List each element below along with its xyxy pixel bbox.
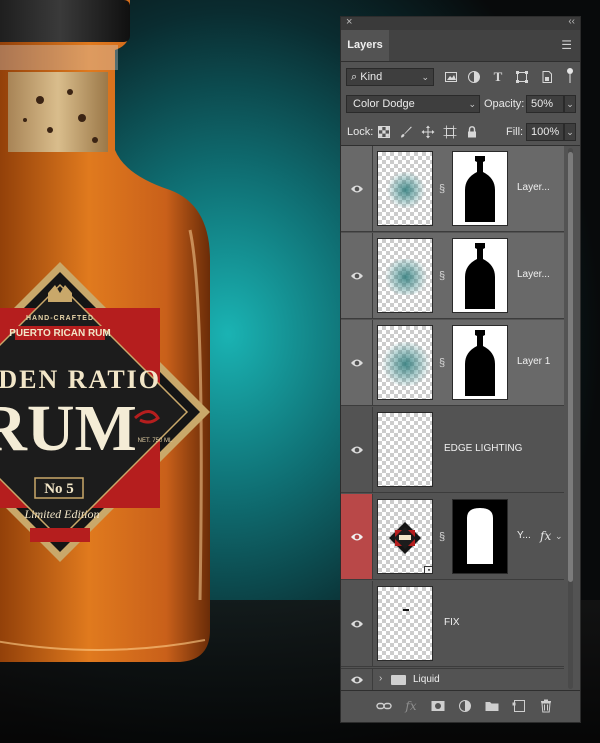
chevron-down-icon: ⌄ [468,99,476,109]
blend-mode-select[interactable]: Color Dodge ⌄ [346,95,480,113]
label-word: RUM [0,392,137,465]
layer-name[interactable]: Layer... [517,269,550,280]
layers-panel: × ‹‹ Layers ☰ ⌕ Kind ⌄ T Color Dodge ⌄ O… [340,16,581,723]
filter-toggle[interactable] [567,68,573,84]
fill-dropdown-button[interactable]: ⌄ [564,123,576,141]
lock-transparent-icon[interactable] [377,125,391,139]
shape-filter-icon[interactable] [515,70,529,84]
link-icon[interactable]: § [438,181,446,197]
layer-row[interactable]: EDGE LIGHTING [341,407,564,493]
panel-menu-icon[interactable]: ☰ [561,39,572,51]
label-volume: NET. 750 ML [138,438,173,444]
layer-row[interactable]: § Layer 1 [341,320,564,406]
link-icon[interactable]: § [438,529,446,545]
link-icon[interactable]: § [438,268,446,284]
chevron-right-icon[interactable]: › [379,673,382,684]
fx-icon[interactable]: fx [403,699,419,713]
add-mask-icon[interactable] [430,699,446,713]
layers-bottom-toolbar: fx [341,690,580,722]
layer-name[interactable]: Layer 1 [517,356,550,367]
smart-object-badge-icon: ▪ [424,566,432,573]
lock-position-icon[interactable] [421,125,435,139]
fill-field[interactable]: 100% [526,123,564,141]
new-layer-icon[interactable] [511,699,527,713]
filter-kind-value: Kind [360,71,383,83]
layer-thumbnail[interactable] [377,412,433,487]
adjustment-layer-icon[interactable] [457,699,473,713]
chevron-down-icon: ⌄ [421,72,429,82]
label-brand: LDEN RATIO [0,365,161,394]
layer-row[interactable]: § Layer... [341,146,564,232]
lock-row: Lock: Fill: 100% ⌄ [341,119,580,146]
chevron-down-icon[interactable]: ⌄ [555,531,563,542]
scrollbar-thumb[interactable] [568,152,573,582]
opacity-dropdown-button[interactable]: ⌄ [564,95,576,113]
link-icon[interactable]: § [438,355,446,371]
layer-mask-thumbnail[interactable] [452,499,508,574]
type-filter-icon[interactable]: T [491,70,505,84]
group-name[interactable]: Liquid [413,674,440,685]
layers-scrollbar[interactable] [566,148,575,689]
layer-name[interactable]: Layer... [517,182,550,193]
layer-mask-thumbnail[interactable] [452,238,508,313]
collapse-icon[interactable]: ‹‹ [568,16,575,27]
label-edition: Limited Edition [24,507,100,521]
lock-artboard-icon[interactable] [443,125,457,139]
lock-paint-icon[interactable] [399,125,413,139]
eye-icon[interactable] [350,183,364,195]
adjustment-filter-icon[interactable] [467,70,481,84]
tab-layers[interactable]: Layers [341,30,389,61]
layer-name[interactable]: FIX [444,617,460,628]
label-number: No 5 [44,481,74,497]
layer-group-row[interactable]: › Liquid [341,668,564,691]
panel-titlebar: × ‹‹ [341,16,580,30]
panel-tab-row: Layers ☰ [341,30,580,62]
eye-icon[interactable] [350,357,364,369]
layer-thumbnail[interactable] [377,151,433,226]
delete-icon[interactable] [538,699,554,713]
eye-icon[interactable] [350,531,364,543]
layer-mask-thumbnail[interactable] [452,151,508,226]
layer-thumbnail[interactable]: ▪ [377,499,433,574]
opacity-field[interactable]: 50% [526,95,564,113]
fx-icon[interactable]: fx [540,529,551,543]
layer-name[interactable]: EDGE LIGHTING [444,443,522,454]
layer-thumbnail[interactable] [377,586,433,661]
layer-row[interactable]: FIX [341,581,564,667]
label-tagline: HAND-CRAFTED [26,315,94,322]
smart-object-filter-icon[interactable] [540,70,554,84]
layer-name[interactable]: Y... [517,530,531,541]
new-group-icon[interactable] [484,699,500,713]
link-layers-icon[interactable] [376,699,392,713]
layer-filter-row: ⌕ Kind ⌄ T [341,62,580,90]
layers-list: § Layer... § Layer... § Layer 1 EDGE LIG… [341,146,564,691]
layer-row[interactable]: ▪ § Y... fx ⌄ [341,494,564,580]
close-icon[interactable]: × [346,16,352,28]
blend-mode-value: Color Dodge [353,98,415,110]
opacity-label: Opacity: [484,98,525,110]
blend-row: Color Dodge ⌄ Opacity: 50% ⌄ [341,92,580,118]
bottle-cap [0,0,130,42]
eye-icon[interactable] [350,674,364,686]
layer-thumbnail[interactable] [377,238,433,313]
eye-icon[interactable] [350,444,364,456]
filter-kind-select[interactable]: ⌕ Kind ⌄ [346,68,434,86]
lock-label: Lock: [347,126,374,138]
fill-label: Fill: [506,126,524,138]
eye-icon[interactable] [350,618,364,630]
eye-icon[interactable] [350,270,364,282]
lock-all-icon[interactable] [465,125,479,139]
folder-icon [391,675,406,685]
search-icon: ⌕ [351,71,358,83]
layer-row[interactable]: § Layer... [341,233,564,319]
label-subtitle: PUERTO RICAN RUM [9,328,110,339]
image-filter-icon[interactable] [444,70,458,84]
layer-thumbnail[interactable] [377,325,433,400]
layer-mask-thumbnail[interactable] [452,325,508,400]
